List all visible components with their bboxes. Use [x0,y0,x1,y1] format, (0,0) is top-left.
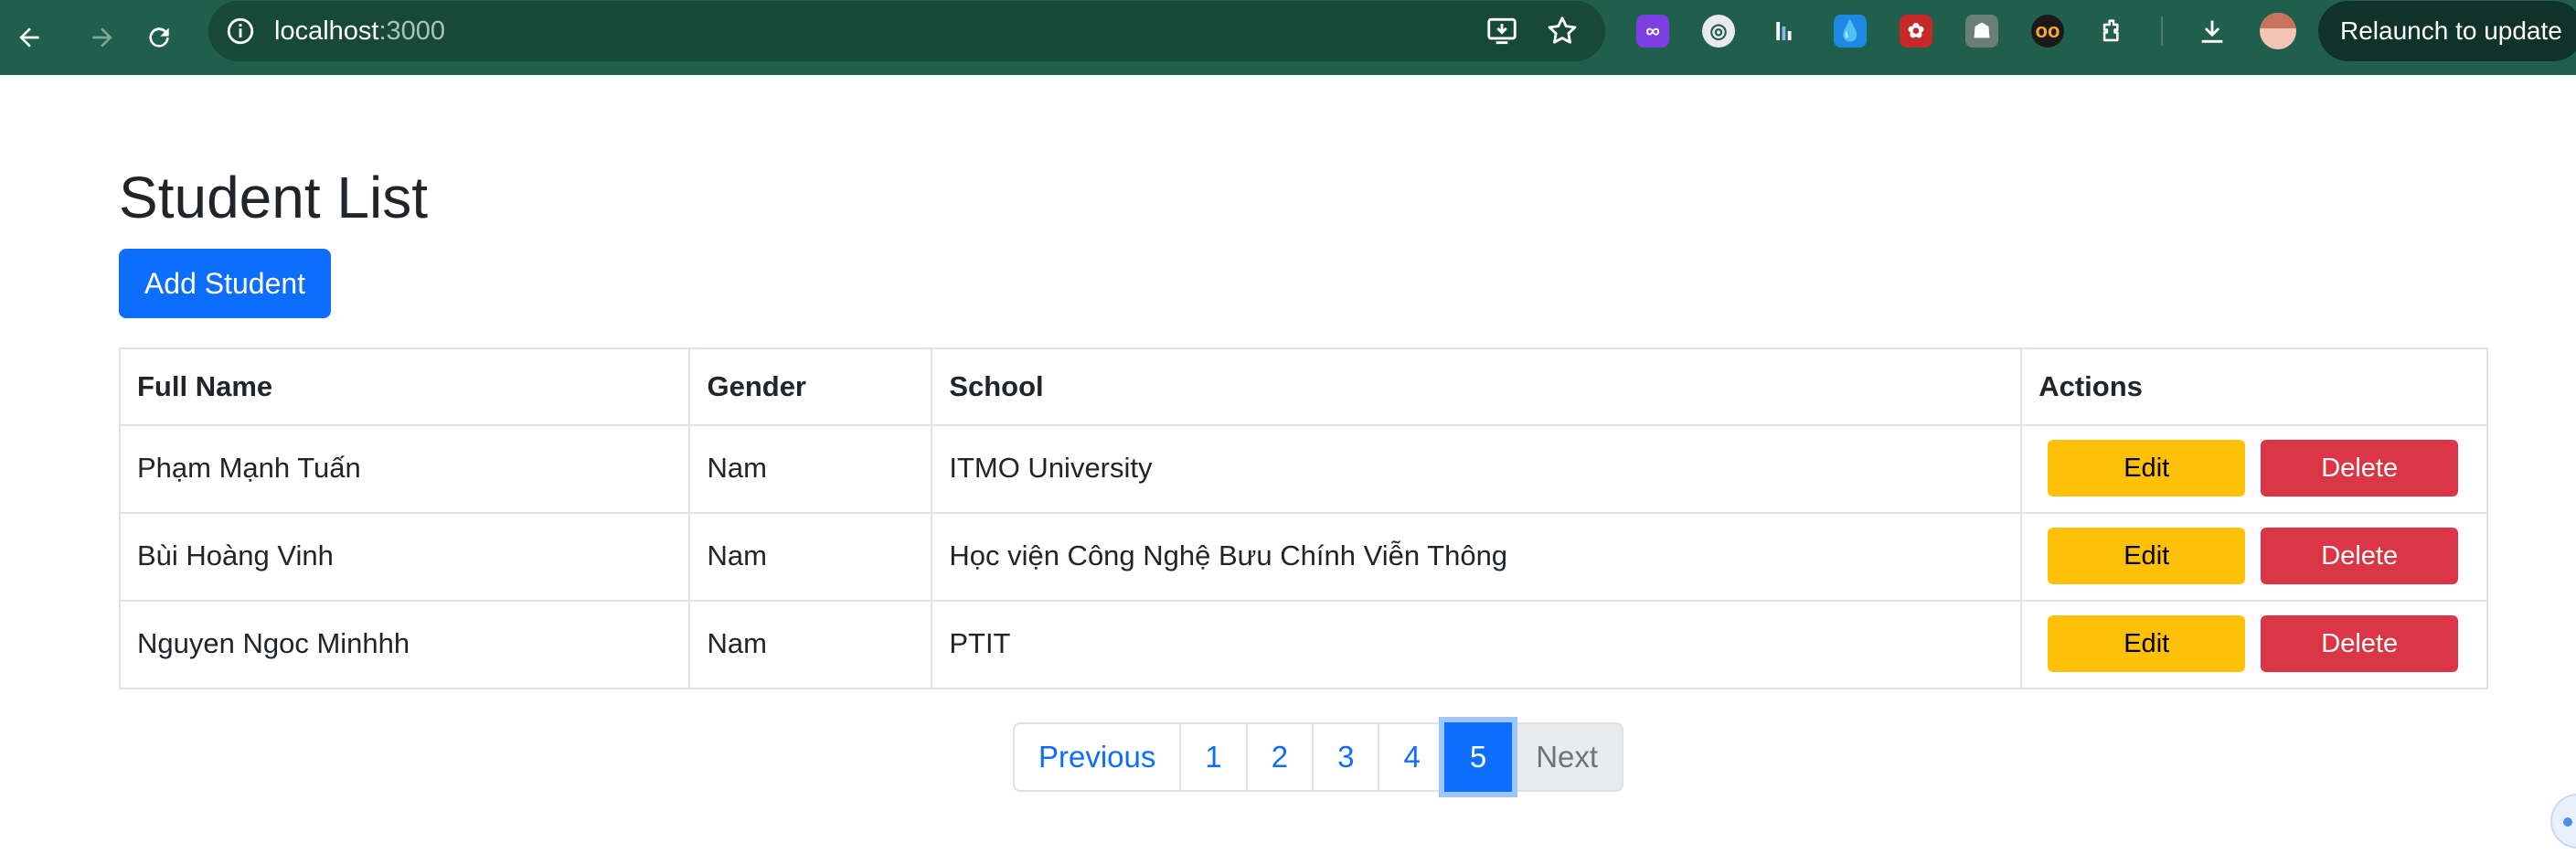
pagination-page-4[interactable]: 4 [1378,722,1446,792]
browser-toolbar: localhost:3000 ∞ ◎ 💧 ✿ ☗ oo Relaunch to … [0,0,2576,75]
delete-button[interactable]: Delete [2261,528,2459,584]
extension-purple-icon[interactable]: ∞ [1636,15,1669,48]
pagination-page-3[interactable]: 3 [1312,722,1380,792]
url-port: :3000 [378,16,446,46]
table-row: Bùi Hoàng Vinh Nam Học viện Công Nghệ Bư… [118,512,2488,602]
edit-button[interactable]: Edit [2048,440,2246,497]
delete-button[interactable]: Delete [2261,615,2459,672]
pagination-next[interactable]: Next [1510,722,1624,792]
toolbar-divider [2161,16,2163,46]
bookmark-star-icon[interactable] [1545,14,1580,48]
cell-actions: Edit Delete [2020,600,2488,689]
edit-button[interactable]: Edit [2048,528,2246,584]
site-info-icon[interactable] [225,16,256,47]
table-row: Nguyen Ngoc Minhhh Nam PTIT Edit Delete [118,600,2488,689]
extension-eyes-icon[interactable]: oo [2031,15,2064,48]
download-icon[interactable] [2196,15,2229,48]
header-full-name: Full Name [118,347,691,426]
header-school: School [931,347,2023,426]
delete-button[interactable]: Delete [2261,440,2459,497]
cell-school: ITMO University [931,424,2023,514]
cell-gender: Nam [688,424,933,514]
cell-full-name: Phạm Mạnh Tuấn [118,424,691,514]
profile-avatar[interactable] [2260,13,2296,49]
extension-robot-icon[interactable]: ☗ [1965,15,1998,48]
back-arrow-icon[interactable] [4,12,55,63]
cell-school: PTIT [931,600,2023,689]
forward-arrow-icon[interactable] [77,12,128,63]
cell-gender: Nam [688,600,933,689]
page-title: Student List [119,165,428,230]
pagination-page-1[interactable]: 1 [1179,722,1248,792]
url-host: localhost [274,16,379,46]
url-text[interactable]: localhost:3000 [274,15,445,48]
extensions-puzzle-icon[interactable] [2097,15,2130,48]
extension-globe-icon[interactable]: ◎ [1702,15,1735,48]
cell-school: Học viện Công Nghệ Bưu Chính Viễn Thông [931,512,2023,602]
table-row: Phạm Mạnh Tuấn Nam ITMO University Edit D… [118,424,2488,514]
edit-button[interactable]: Edit [2048,615,2246,672]
relaunch-button[interactable]: Relaunch to update [2318,1,2576,61]
cell-full-name: Bùi Hoàng Vinh [118,512,691,602]
cell-gender: Nam [688,512,933,602]
students-table: Full Name Gender School Actions Phạm Mạn… [118,347,2488,689]
header-gender: Gender [688,347,933,426]
cell-actions: Edit Delete [2020,512,2488,602]
cell-full-name: Nguyen Ngoc Minhhh [118,600,691,689]
pagination-page-2[interactable]: 2 [1245,722,1315,792]
extension-bars-icon[interactable] [1768,15,1801,48]
pagination-page-5[interactable]: 5 [1443,722,1513,792]
header-actions: Actions [2020,347,2488,426]
pagination-previous[interactable]: Previous [1013,722,1182,792]
extension-red-icon[interactable]: ✿ [1900,15,1932,48]
pagination: Previous 1 2 3 4 5 Next [1013,722,1624,792]
reload-icon[interactable] [133,12,185,63]
floating-assistant-icon[interactable] [2550,794,2576,849]
cell-actions: Edit Delete [2020,424,2488,514]
address-bar[interactable]: localhost:3000 [208,1,1605,61]
table-header-row: Full Name Gender School Actions [118,347,2488,426]
install-app-icon[interactable] [1485,14,1519,48]
add-student-button[interactable]: Add Student [119,249,331,318]
extension-drop-icon[interactable]: 💧 [1834,15,1867,48]
